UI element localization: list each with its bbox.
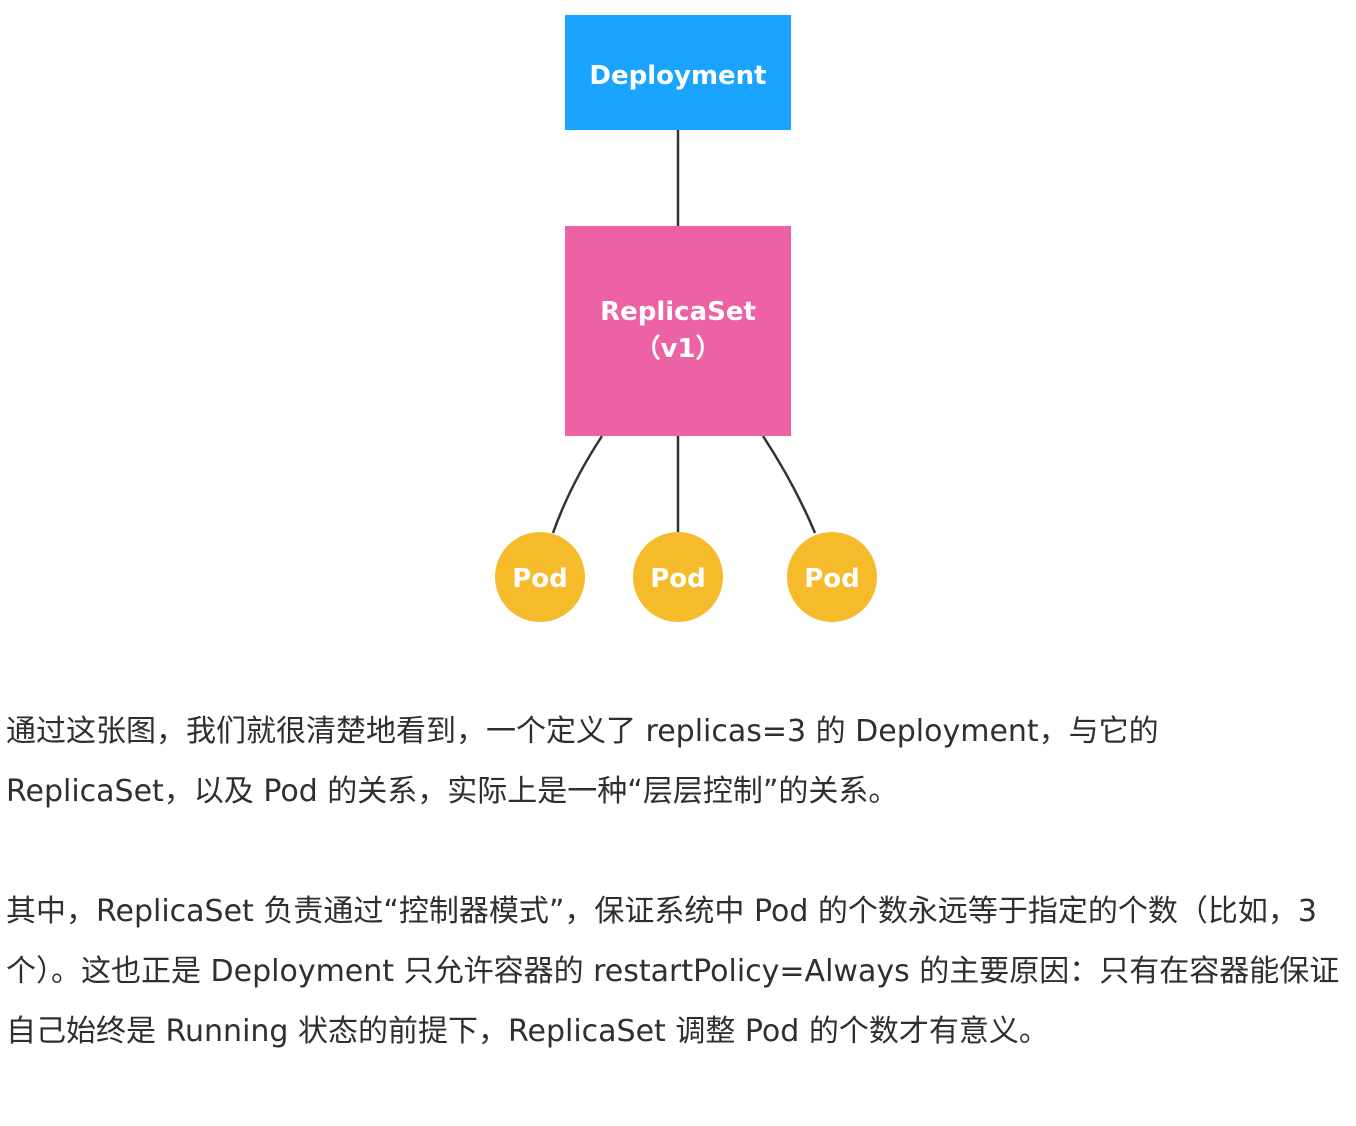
pod-node-2: Pod [633, 532, 723, 622]
deployment-hierarchy-diagram: Deployment ReplicaSet （v1） Pod Pod Pod [495, 15, 877, 622]
edge-replicaset-pod-3 [761, 435, 817, 534]
edge-replicaset-pod-1 [551, 435, 604, 534]
deployment-label: Deployment [589, 61, 766, 91]
pod-node-1: Pod [495, 532, 585, 622]
replicaset-version-label: （v1） [634, 334, 721, 364]
replicaset-label: ReplicaSet [600, 297, 756, 327]
pod-label: Pod [804, 564, 860, 594]
replicaset-node: ReplicaSet （v1） [565, 226, 791, 436]
pod-label: Pod [650, 564, 706, 594]
deployment-node: Deployment [565, 15, 791, 130]
pod-label: Pod [512, 564, 568, 594]
paragraph-hierarchy: 通过这张图，我们就很清楚地看到，一个定义了 replicas=3 的 Deplo… [6, 714, 1159, 809]
pod-node-3: Pod [787, 532, 877, 622]
article-body: 通过这张图，我们就很清楚地看到，一个定义了 replicas=3 的 Deplo… [6, 702, 1346, 1062]
paragraph-controller-pattern: 其中，ReplicaSet 负责通过“控制器模式”，保证系统中 Pod 的个数永… [6, 894, 1340, 1049]
